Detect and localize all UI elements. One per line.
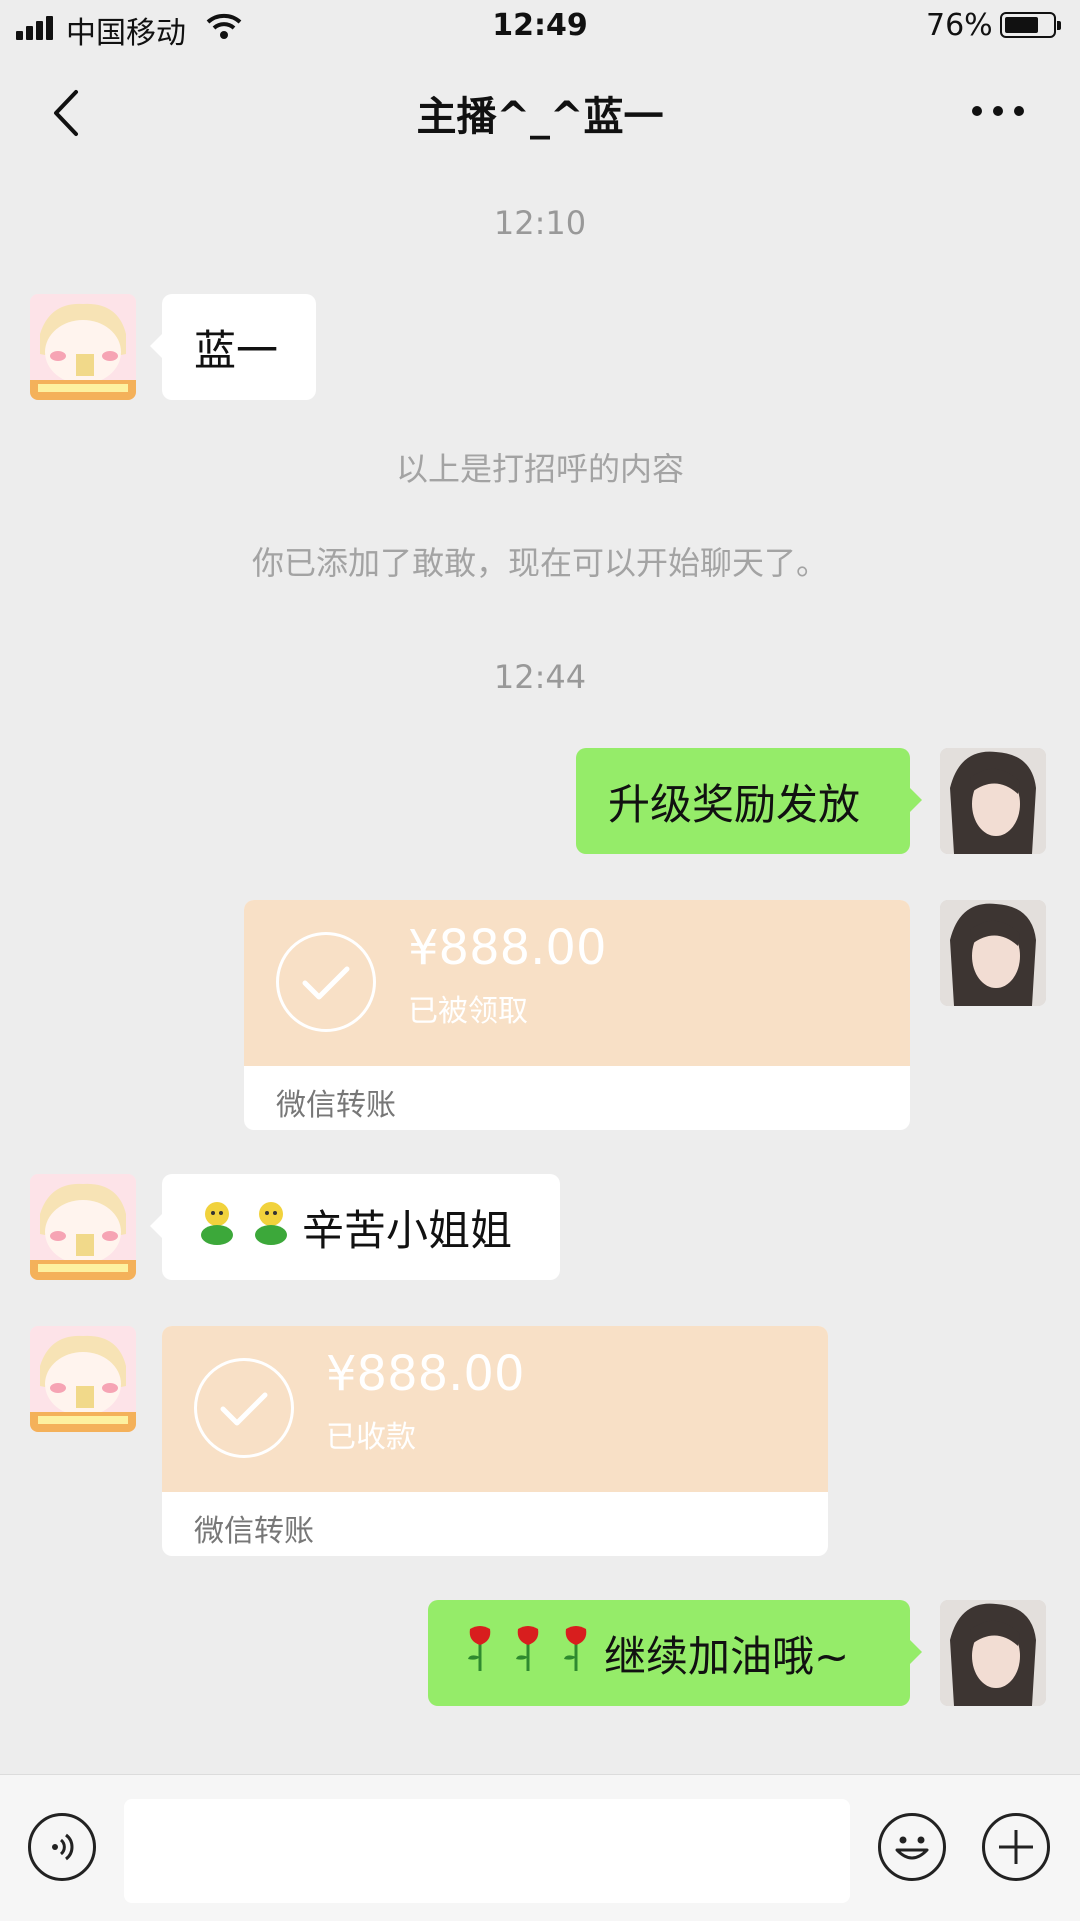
system-message: 你已添加了敢敢，现在可以开始聊天了。: [251, 544, 828, 582]
message-bubble-incoming[interactable]: 蓝一: [150, 294, 316, 400]
voice-icon[interactable]: [28, 1813, 96, 1881]
message-text: 辛苦小姐姐: [302, 1205, 513, 1255]
transfer-label: 微信转账: [276, 1088, 396, 1123]
emoji-icon: [194, 1199, 240, 1255]
rose-icon: [460, 1623, 500, 1683]
chat-header: 主播^_^蓝一: [0, 60, 1080, 160]
photo-avatar-image: [940, 1600, 1046, 1706]
checkmark-icon: [276, 932, 376, 1032]
transfer-card-sent[interactable]: ¥888.00 已被领取 微信转账: [244, 900, 910, 1130]
contact-avatar[interactable]: [30, 294, 136, 400]
photo-avatar-image: [940, 748, 1046, 854]
timestamp: 12:10: [493, 204, 587, 242]
plus-icon[interactable]: [982, 1813, 1050, 1881]
emoji-icon[interactable]: [878, 1813, 946, 1881]
transfer-card-received[interactable]: ¥888.00 已收款 微信转账: [162, 1326, 828, 1556]
contact-avatar[interactable]: [30, 1326, 136, 1432]
transfer-amount: ¥888.00: [408, 920, 607, 976]
user-avatar[interactable]: [940, 900, 1046, 1006]
transfer-status: 已被领取: [408, 994, 528, 1029]
status-time: 12:49: [492, 8, 588, 43]
cartoon-avatar-image: [30, 1326, 136, 1432]
user-avatar[interactable]: [940, 748, 1046, 854]
checkmark-icon: [194, 1358, 294, 1458]
input-toolbar: [0, 1774, 1080, 1921]
contact-avatar[interactable]: [30, 1174, 136, 1280]
rose-icon: [556, 1623, 596, 1683]
battery-percentage: 76%: [926, 8, 993, 43]
message-bubble-incoming[interactable]: 辛苦小姐姐: [150, 1174, 560, 1280]
message-bubble-outgoing[interactable]: 升级奖励发放: [576, 748, 922, 854]
emoji-icon: [248, 1199, 294, 1255]
battery-fill: [1005, 17, 1038, 33]
photo-avatar-image: [940, 900, 1046, 1006]
cartoon-avatar-image: [30, 1174, 136, 1280]
message-input[interactable]: [124, 1799, 850, 1903]
system-message: 以上是打招呼的内容: [395, 450, 684, 488]
message-text: 升级奖励发放: [608, 779, 861, 829]
status-bar: 中国移动 12:49 76%: [0, 0, 1080, 56]
transfer-status: 已收款: [326, 1420, 416, 1455]
more-dots-icon[interactable]: [972, 102, 1024, 118]
message-text: 继续加油哦~: [604, 1631, 850, 1681]
message-bubble-outgoing[interactable]: 继续加油哦~: [428, 1600, 922, 1706]
rose-icon: [508, 1623, 548, 1683]
user-avatar[interactable]: [940, 1600, 1046, 1706]
transfer-label: 微信转账: [194, 1514, 314, 1549]
timestamp: 12:44: [493, 658, 587, 696]
message-text: 蓝一: [194, 325, 279, 375]
chat-title: 主播^_^蓝一: [416, 94, 664, 140]
cartoon-avatar-image: [30, 294, 136, 400]
transfer-amount: ¥888.00: [326, 1346, 525, 1402]
battery-icon: [1000, 12, 1061, 38]
